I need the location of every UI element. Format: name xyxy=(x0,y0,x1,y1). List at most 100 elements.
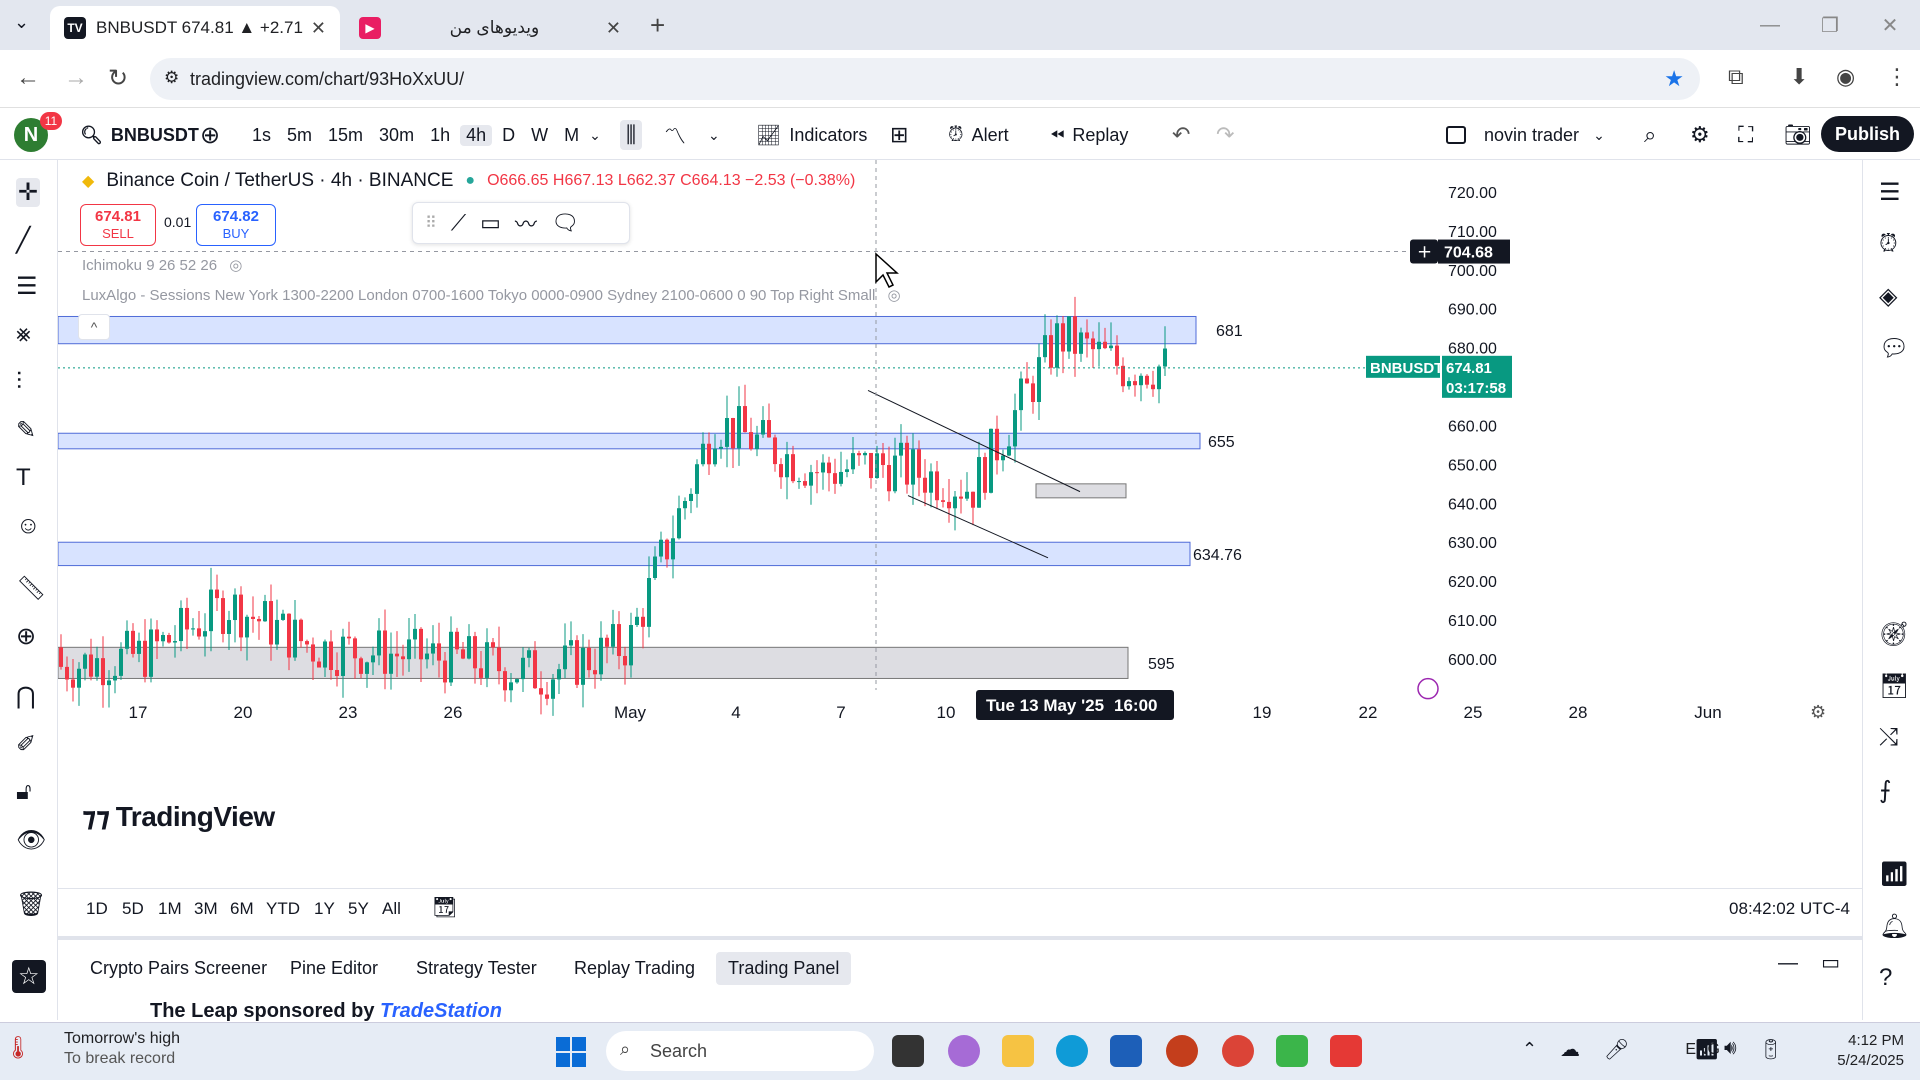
watchlist-icon[interactable]: ☰ xyxy=(1879,178,1901,207)
onedrive-icon[interactable]: ☁ xyxy=(1560,1037,1580,1062)
range-1m[interactable]: 1M xyxy=(158,899,182,919)
favorites-star-icon[interactable]: ☆ xyxy=(12,960,46,993)
interval-m[interactable]: M xyxy=(558,125,585,146)
range-1y[interactable]: 1Y xyxy=(314,899,335,919)
file-explorer-icon[interactable] xyxy=(1002,1035,1034,1067)
interval-4h[interactable]: 4h xyxy=(460,124,493,146)
tab-list-button[interactable]: ⌄ xyxy=(14,12,29,33)
lock-pen-icon[interactable]: ✐ xyxy=(16,730,36,759)
range-3m[interactable]: 3M xyxy=(194,899,218,919)
close-tab-icon[interactable]: ✕ xyxy=(311,18,326,39)
reload-icon[interactable]: ↻ xyxy=(108,64,128,93)
browser-tab-active[interactable]: TV BNBUSDT 674.81 ▲ +2.71% no ✕ xyxy=(50,6,340,50)
collapse-legend-button[interactable]: ^ xyxy=(78,314,110,340)
candle-type-icon[interactable]: ⫼ xyxy=(620,120,643,150)
chat-icon[interactable]: 💬︎ xyxy=(1879,334,1909,363)
drag-handle-icon[interactable]: ⠿ xyxy=(425,213,437,233)
line-chart-icon[interactable]: 〽 xyxy=(664,120,686,150)
interval-1h[interactable]: 1h xyxy=(424,125,456,146)
sponsor-banner[interactable]: The Leap sponsored by TradeStation xyxy=(150,1000,502,1023)
chrome-icon[interactable] xyxy=(1222,1035,1254,1067)
taskbar-clock[interactable]: 4:12 PM 5/24/2025 xyxy=(1837,1031,1904,1071)
range-5d[interactable]: 5D xyxy=(122,899,144,919)
tab-replay-trading[interactable]: Replay Trading xyxy=(562,952,707,985)
weather-icon[interactable]: 🌡︎ xyxy=(4,1035,32,1061)
crosshair-icon[interactable]: ✛ xyxy=(16,178,41,207)
tray-overflow-icon[interactable]: ⌃ xyxy=(1522,1039,1537,1060)
wifi-icon[interactable]: 📶︎ xyxy=(1694,1037,1719,1062)
store-icon[interactable] xyxy=(1110,1035,1142,1067)
zoom-in-icon[interactable]: ⊕ xyxy=(16,622,36,651)
range-5y[interactable]: 5Y xyxy=(348,899,369,919)
signal-icon[interactable]: 📶︎ xyxy=(1879,860,1909,889)
close-window-icon[interactable]: ✕ xyxy=(1860,13,1920,38)
brush-icon[interactable]: ✎ xyxy=(16,416,36,445)
minimize-icon[interactable]: — xyxy=(1740,14,1800,37)
fullscreen-icon[interactable]: ⛶ xyxy=(1738,120,1753,150)
buy-button[interactable]: 674.82 BUY xyxy=(196,204,276,246)
settings-gear-icon[interactable]: ⚙ xyxy=(1690,120,1710,150)
horizontal-lines-icon[interactable]: ☰ xyxy=(16,272,38,301)
profile-icon[interactable]: ◉ xyxy=(1836,64,1855,90)
snapshot-camera-icon[interactable]: 📷︎ xyxy=(1784,120,1812,150)
layers-icon[interactable]: ◈ xyxy=(1879,282,1897,311)
callout-tool-icon[interactable]: 🗨︎ xyxy=(551,210,579,236)
chart-type-dropdown-icon[interactable]: ⌄ xyxy=(708,120,720,150)
indicators-button[interactable]: 📈︎ Indicators xyxy=(756,120,867,150)
hidden-eye-icon[interactable]: ◎ xyxy=(229,257,242,274)
download-icon[interactable]: ⬇ xyxy=(1790,64,1808,90)
task-view-icon[interactable] xyxy=(892,1035,924,1067)
order-quantity[interactable]: 0.01 xyxy=(164,214,191,230)
hidden-eye-icon[interactable]: ◎ xyxy=(888,287,901,304)
magnet-icon[interactable]: ⋂ xyxy=(16,682,36,711)
price-chart-svg[interactable]: 681 655 634.76 595 730.00 720.00 710.00 700.00 6… xyxy=(58,160,1862,840)
wave-tool-icon[interactable]: 〰 xyxy=(515,207,537,239)
minimize-panel-icon[interactable]: — xyxy=(1778,952,1798,975)
lock-icon[interactable]: 🔓︎ xyxy=(16,778,32,806)
interval-15m[interactable]: 15m xyxy=(322,125,369,146)
extensions-icon[interactable]: ⧉ xyxy=(1728,64,1744,90)
help-icon[interactable]: ? xyxy=(1879,964,1892,992)
interval-d[interactable]: D xyxy=(496,125,521,146)
browser-tab[interactable]: ▶ ویدیوهای من ✕ xyxy=(345,6,635,50)
layout-selector[interactable]: novin trader ⌄ xyxy=(1446,120,1605,150)
compare-symbol-icon[interactable]: ⊕ xyxy=(200,120,220,150)
back-icon[interactable]: ← xyxy=(16,64,40,92)
screener-icon[interactable]: ⤭ xyxy=(1879,724,1898,752)
eye-icon[interactable]: 👁︎ xyxy=(16,826,46,855)
range-all[interactable]: All xyxy=(382,899,401,919)
quick-search-icon[interactable]: ⌕ xyxy=(1644,120,1656,150)
ideas-compass-icon[interactable]: 🧭︎ xyxy=(1879,620,1909,649)
tab-strategy-tester[interactable]: Strategy Tester xyxy=(404,952,549,985)
interval-w[interactable]: W xyxy=(525,125,554,146)
publish-button[interactable]: Publish xyxy=(1820,116,1914,152)
close-tab-icon[interactable]: ✕ xyxy=(606,18,621,39)
indicator-ichimoku[interactable]: Ichimoku 9 26 52 26 ◎ xyxy=(82,256,242,274)
templates-icon[interactable]: ⊞ xyxy=(890,120,908,150)
replay-button[interactable]: ⏪︎ Replay xyxy=(1050,120,1128,150)
camtasia-icon[interactable] xyxy=(1276,1035,1308,1067)
tab-pine-editor[interactable]: Pine Editor xyxy=(278,952,390,985)
microphone-icon[interactable]: 🎤︎ xyxy=(1604,1037,1629,1062)
pine-icon[interactable]: ⨍ xyxy=(1879,776,1892,805)
bookmark-star-icon[interactable]: ★ xyxy=(1664,66,1684,92)
new-tab-button[interactable]: + xyxy=(650,10,665,41)
taskbar-search[interactable]: ⌕ Search xyxy=(606,1031,874,1071)
alert-button[interactable]: ⏰︎ Alert xyxy=(948,120,1009,150)
tab-crypto-pairs-screener[interactable]: Crypto Pairs Screener xyxy=(78,952,279,985)
undo-icon[interactable]: ↶ xyxy=(1172,120,1190,150)
emoji-icon[interactable]: ☺ xyxy=(16,512,41,540)
symbol-title[interactable]: Binance Coin / TetherUS · 4h · BINANCE xyxy=(106,170,453,192)
symbol-search[interactable]: 🔍︎ BNBUSDT xyxy=(80,120,199,150)
interval-30m[interactable]: 30m xyxy=(373,125,420,146)
range-ytd[interactable]: YTD xyxy=(266,899,300,919)
path-tool-icon[interactable]: ⟋ xyxy=(451,210,466,236)
restore-icon[interactable]: ❐ xyxy=(1800,13,1860,38)
interval-dropdown-icon[interactable]: ⌄ xyxy=(589,127,601,144)
text-tool-icon[interactable]: T xyxy=(16,464,31,492)
timezone-clock[interactable]: 08:42:02 UTC-4 xyxy=(1729,899,1850,919)
maximize-panel-icon[interactable]: ▭ xyxy=(1821,950,1840,975)
copilot-icon[interactable] xyxy=(948,1035,980,1067)
range-1d[interactable]: 1D xyxy=(86,899,108,919)
capcut-icon[interactable] xyxy=(1330,1035,1362,1067)
